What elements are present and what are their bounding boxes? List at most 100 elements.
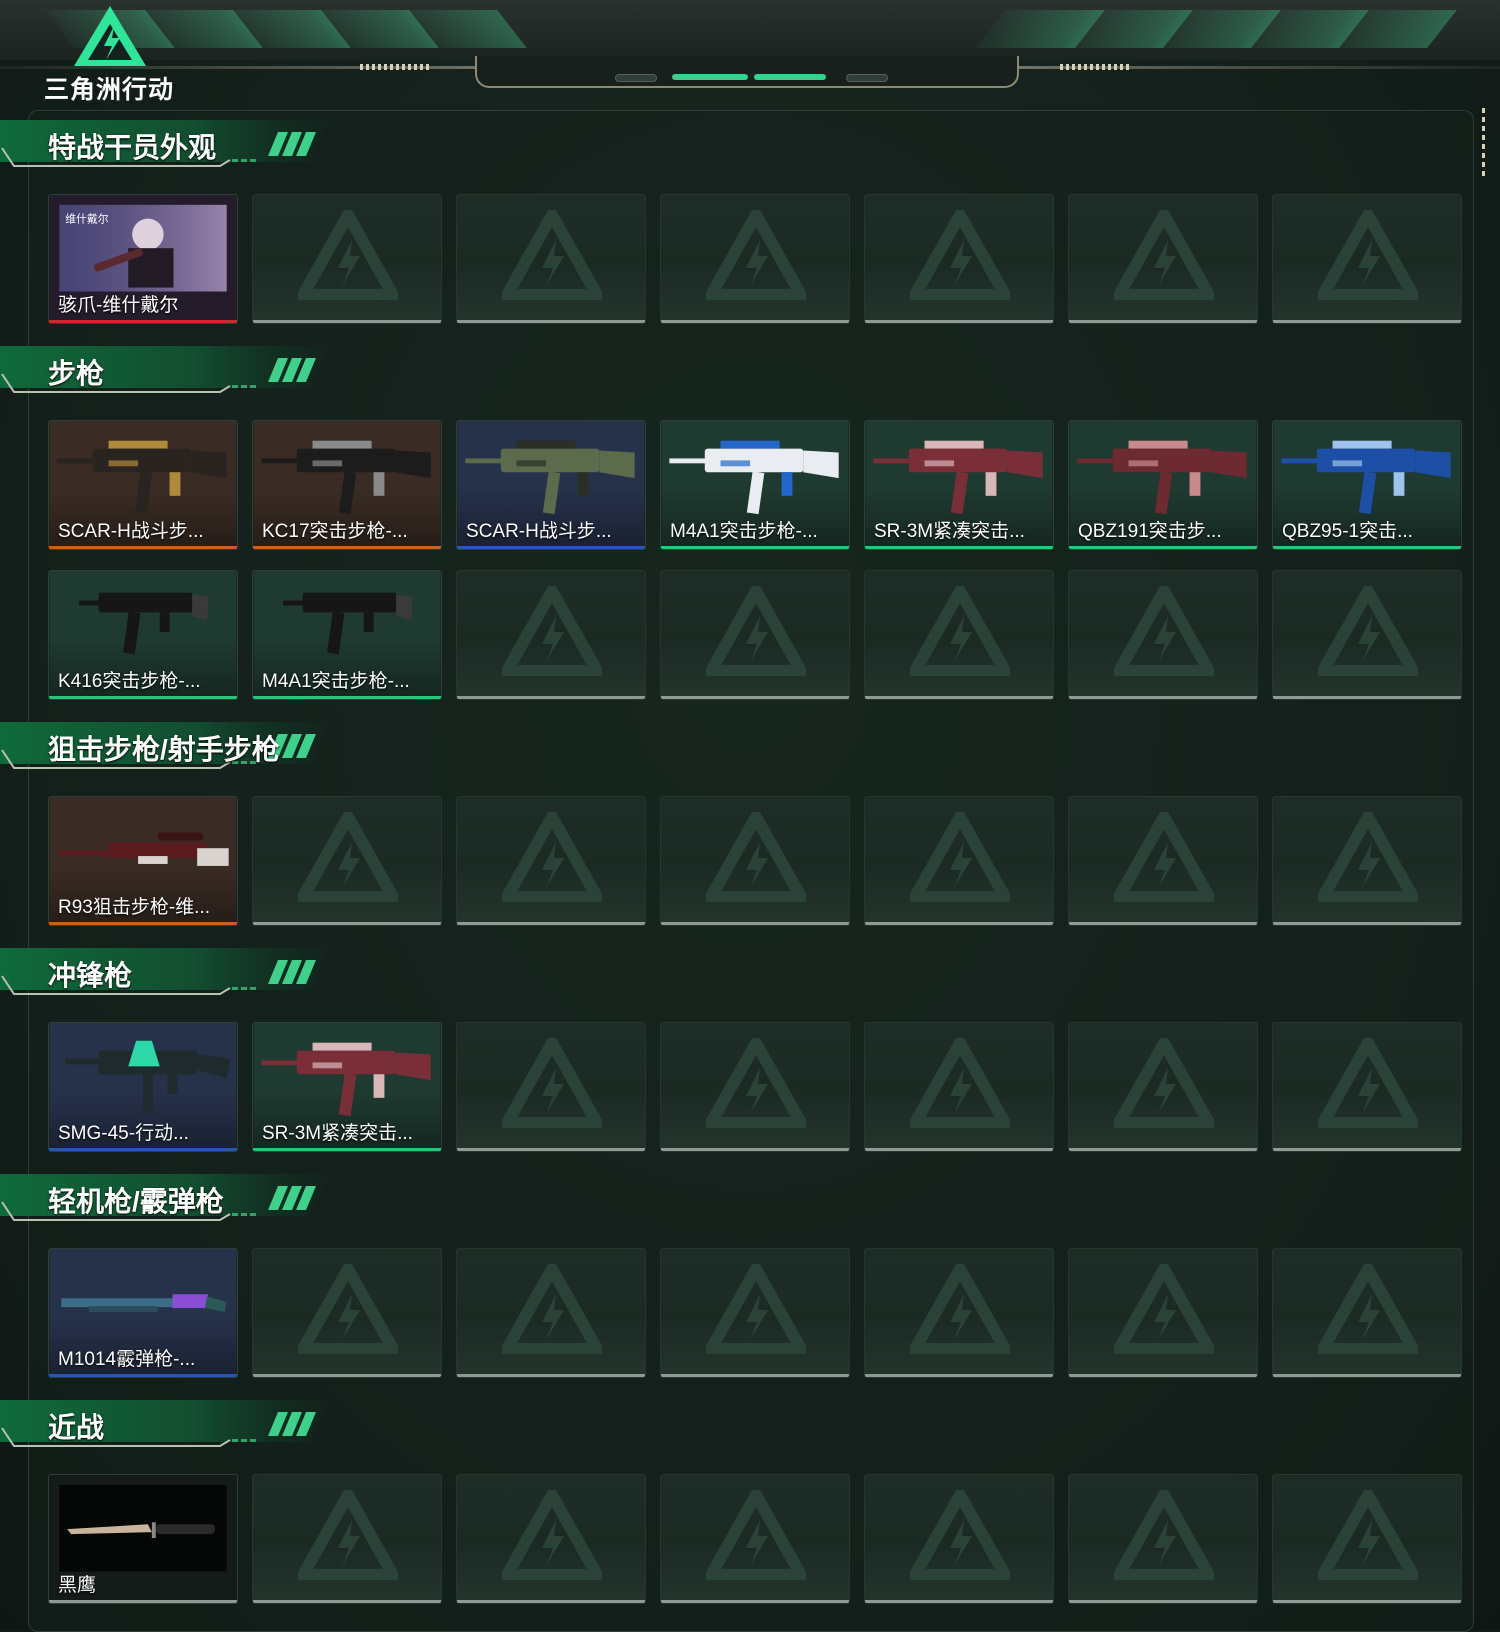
empty-slot [456, 1248, 646, 1378]
item-name: SMG-45-行动... [58, 1123, 189, 1144]
item-name: M4A1突击步枪-... [262, 671, 410, 692]
item-card[interactable]: SR-3M紧凑突击... [252, 1022, 442, 1152]
banner-stripes-right [975, 10, 1457, 48]
empty-slot-watermark-icon [1318, 586, 1418, 676]
empty-slot-bar [865, 1600, 1053, 1603]
empty-slot [252, 796, 442, 926]
empty-slot-bar [1069, 1600, 1257, 1603]
empty-slot [864, 796, 1054, 926]
empty-slot-watermark-icon [502, 1264, 602, 1354]
empty-slot-watermark-icon [298, 1264, 398, 1354]
empty-slot-watermark-icon [910, 812, 1010, 902]
rail-dots-left [360, 64, 430, 70]
empty-slot-watermark-icon [706, 1264, 806, 1354]
empty-slot [1068, 1248, 1258, 1378]
scrollbar-handle[interactable] [1482, 108, 1485, 178]
item-name: SCAR-H战斗步... [466, 521, 612, 542]
item-name: QBZ191突击步... [1078, 521, 1222, 542]
empty-slot-watermark-icon [910, 210, 1010, 300]
item-card[interactable]: M4A1突击步枪-... [252, 570, 442, 700]
banner-notch [475, 56, 1019, 88]
section-header: 步枪 [0, 344, 330, 396]
item-card[interactable]: SR-3M紧凑突击... [864, 420, 1054, 550]
empty-slot-watermark-icon [910, 1264, 1010, 1354]
empty-slot-bar [1273, 1374, 1461, 1377]
empty-slot-watermark-icon [298, 210, 398, 300]
page-indicator-4[interactable] [846, 74, 888, 82]
quality-bar [253, 696, 441, 699]
empty-slot [660, 570, 850, 700]
item-card[interactable]: M4A1突击步枪-... [660, 420, 850, 550]
empty-slot-bar [661, 922, 849, 925]
item-name: 骇爪-维什戴尔 [58, 295, 179, 316]
empty-slot-watermark-icon [706, 1038, 806, 1128]
empty-slot [1068, 796, 1258, 926]
empty-slot-watermark-icon [910, 586, 1010, 676]
empty-slot-bar [865, 696, 1053, 699]
empty-slot-watermark-icon [1318, 812, 1418, 902]
top-banner: 三角洲行动 [0, 0, 1500, 104]
empty-slot [456, 194, 646, 324]
item-card[interactable]: QBZ191突击步... [1068, 420, 1258, 550]
item-card[interactable]: R93狙击步枪-维... [48, 796, 238, 926]
empty-slot [252, 1474, 442, 1604]
empty-slot-watermark-icon [1114, 586, 1214, 676]
rail-dots-right [1060, 64, 1130, 70]
empty-slot-watermark-icon [1318, 210, 1418, 300]
empty-slot [864, 1022, 1054, 1152]
empty-slot-watermark-icon [706, 210, 806, 300]
empty-slot [1272, 1022, 1462, 1152]
empty-slot-bar [661, 1600, 849, 1603]
item-card[interactable]: 黑鹰 [48, 1474, 238, 1604]
item-card[interactable]: QBZ95-1突击... [1272, 420, 1462, 550]
empty-slot-bar [865, 320, 1053, 323]
empty-slot [660, 1022, 850, 1152]
quality-bar [253, 1148, 441, 1151]
item-card[interactable]: K416突击步枪-... [48, 570, 238, 700]
empty-slot-bar [1273, 1600, 1461, 1603]
empty-slot [1068, 1022, 1258, 1152]
page-indicator-2[interactable] [672, 74, 748, 80]
empty-slot [1068, 1474, 1258, 1604]
empty-slot-watermark-icon [1318, 1264, 1418, 1354]
section-title: 狙击步枪/射手步枪 [48, 734, 280, 765]
empty-slot-watermark-icon [502, 210, 602, 300]
section-title: 特战干员外观 [48, 132, 217, 163]
item-name: SR-3M紧凑突击... [262, 1123, 413, 1144]
empty-slot-watermark-icon [1114, 1490, 1214, 1580]
item-name: SR-3M紧凑突击... [874, 521, 1025, 542]
item-card[interactable]: SCAR-H战斗步... [456, 420, 646, 550]
empty-slot-watermark-icon [298, 1490, 398, 1580]
item-card[interactable]: 维什戴尔 骇爪-维什戴尔 [48, 194, 238, 324]
empty-slot-bar [661, 696, 849, 699]
empty-slot [864, 1474, 1054, 1604]
empty-slot [660, 1474, 850, 1604]
empty-slot [252, 194, 442, 324]
quality-bar [49, 922, 237, 925]
page-indicator-1[interactable] [615, 74, 657, 82]
page-indicator-3[interactable] [754, 74, 826, 80]
empty-slot [1068, 194, 1258, 324]
item-card[interactable]: M1014霰弹枪-... [48, 1248, 238, 1378]
item-card[interactable]: KC17突击步枪-... [252, 420, 442, 550]
item-card[interactable]: SCAR-H战斗步... [48, 420, 238, 550]
empty-slot [456, 1474, 646, 1604]
empty-slot-bar [1273, 922, 1461, 925]
item-name: QBZ95-1突击... [1282, 521, 1413, 542]
empty-slot [864, 1248, 1054, 1378]
item-name: M1014霰弹枪-... [58, 1349, 196, 1370]
empty-slot-watermark-icon [706, 1490, 806, 1580]
empty-slot-watermark-icon [1114, 210, 1214, 300]
delta-logo-icon [74, 6, 146, 66]
empty-slot [864, 570, 1054, 700]
empty-slot-bar [457, 1600, 645, 1603]
empty-slot-watermark-icon [1318, 1490, 1418, 1580]
item-card[interactable]: SMG-45-行动... [48, 1022, 238, 1152]
empty-slot-bar [1273, 696, 1461, 699]
empty-slot-bar [865, 1374, 1053, 1377]
empty-slot-bar [1069, 320, 1257, 323]
empty-slot-watermark-icon [1114, 1038, 1214, 1128]
empty-slot [456, 570, 646, 700]
section-title: 冲锋枪 [48, 960, 133, 991]
item-name: 黑鹰 [58, 1575, 97, 1596]
